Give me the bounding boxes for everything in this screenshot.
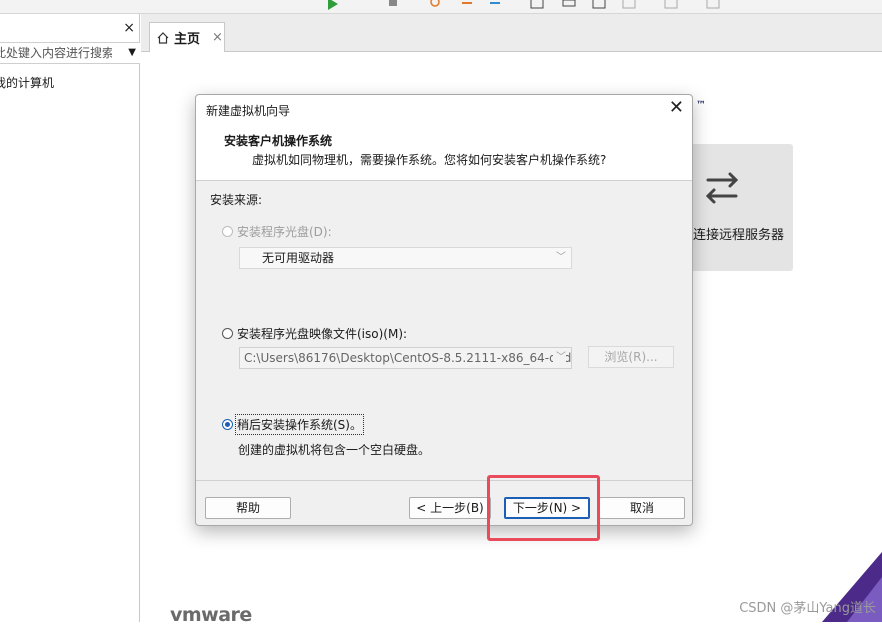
dialog-title: 新建虚拟机向导 xyxy=(206,104,291,118)
help-button[interactable]: 帮助 xyxy=(205,497,291,519)
revert-icon[interactable] xyxy=(460,0,474,10)
radio-installer-disc[interactable] xyxy=(222,226,233,237)
option-installer-disc[interactable]: 安装程序光盘(D): xyxy=(222,223,332,240)
unity-icon[interactable] xyxy=(622,0,636,10)
play-icon[interactable] xyxy=(326,0,340,10)
tab-close-icon[interactable]: × xyxy=(212,30,223,45)
suspend-icon[interactable] xyxy=(386,0,400,10)
transfer-arrows-icon xyxy=(705,172,739,204)
option-iso-image[interactable]: 安装程序光盘映像文件(iso)(M): xyxy=(222,325,407,342)
csdn-watermark: CSDN @茅山Yang道长 xyxy=(739,601,876,616)
install-later-note: 创建的虚拟机将包含一个空白硬盘。 xyxy=(238,443,431,457)
connect-remote-server-tile[interactable]: 连接远程服务器 xyxy=(690,144,793,271)
manage-snapshot-icon[interactable] xyxy=(488,0,502,10)
library-panel: × ▼ 我的计算机 xyxy=(0,14,140,622)
dialog-titlebar: 新建虚拟机向导 ✕ xyxy=(196,95,692,123)
iso-path-value: C:\Users\86176\Desktop\CentOS-8.5.2111-x… xyxy=(244,351,572,365)
radio-install-later[interactable] xyxy=(222,419,233,430)
thumbnail-view-icon[interactable] xyxy=(562,0,576,10)
tab-strip: 主页 × xyxy=(141,14,882,52)
install-source-label: 安装来源: xyxy=(210,193,263,207)
fullscreen-icon[interactable] xyxy=(592,0,606,10)
library-search: ▼ xyxy=(0,42,140,64)
stretch-icon[interactable] xyxy=(706,0,720,10)
step-title: 安装客户机操作系统 xyxy=(224,134,333,148)
home-icon xyxy=(157,31,169,44)
menu-toolbar xyxy=(0,0,882,14)
remote-tile-label: 连接远程服务器 xyxy=(693,228,785,243)
back-button[interactable]: < 上一步(B) xyxy=(409,497,491,519)
iso-path-input[interactable]: C:\Users\86176\Desktop\CentOS-8.5.2111-x… xyxy=(239,347,572,369)
button-separator xyxy=(196,480,692,481)
tab-home-label: 主页 xyxy=(174,32,201,47)
option-iso-image-label: 安装程序光盘映像文件(iso)(M): xyxy=(237,327,408,341)
dialog-close-icon[interactable]: ✕ xyxy=(669,98,684,118)
library-view-icon[interactable] xyxy=(530,0,544,10)
search-dropdown-icon[interactable]: ▼ xyxy=(128,47,136,58)
cancel-button[interactable]: 取消 xyxy=(599,497,685,519)
tree-item-my-computer[interactable]: 我的计算机 xyxy=(0,74,54,91)
disc-drive-select[interactable]: 无可用驱动器 ﹀ xyxy=(239,247,572,269)
chevron-down-icon: ﹀ xyxy=(556,252,566,263)
library-close-icon[interactable]: × xyxy=(123,20,135,36)
browse-button[interactable]: 浏览(R)... xyxy=(588,346,674,368)
disc-drive-value: 无可用驱动器 xyxy=(262,251,335,265)
option-installer-disc-label: 安装程序光盘(D): xyxy=(237,225,332,239)
vmware-logo: vmware xyxy=(170,604,252,626)
new-vm-wizard-dialog: 新建虚拟机向导 ✕ 安装客户机操作系统 虚拟机如同物理机，需要操作系统。您将如何… xyxy=(195,94,693,526)
chevron-down-icon: ﹀ xyxy=(553,348,566,368)
trademark-mark: ™ xyxy=(696,100,706,111)
step-subtitle: 虚拟机如同物理机，需要操作系统。您将如何安装客户机操作系统? xyxy=(252,153,607,167)
tab-home[interactable]: 主页 × xyxy=(149,22,225,52)
radio-iso-image[interactable] xyxy=(222,328,233,339)
library-search-input[interactable] xyxy=(0,43,112,63)
option-install-later-label: 稍后安装操作系统(S)。 xyxy=(235,414,364,435)
option-install-later[interactable]: 稍后安装操作系统(S)。 xyxy=(222,414,364,435)
dialog-header: 安装客户机操作系统 虚拟机如同物理机，需要操作系统。您将如何安装客户机操作系统? xyxy=(196,123,692,181)
annotation-highlight-box xyxy=(487,475,600,541)
snapshot-icon[interactable] xyxy=(428,0,442,10)
console-view-icon[interactable] xyxy=(664,0,678,10)
